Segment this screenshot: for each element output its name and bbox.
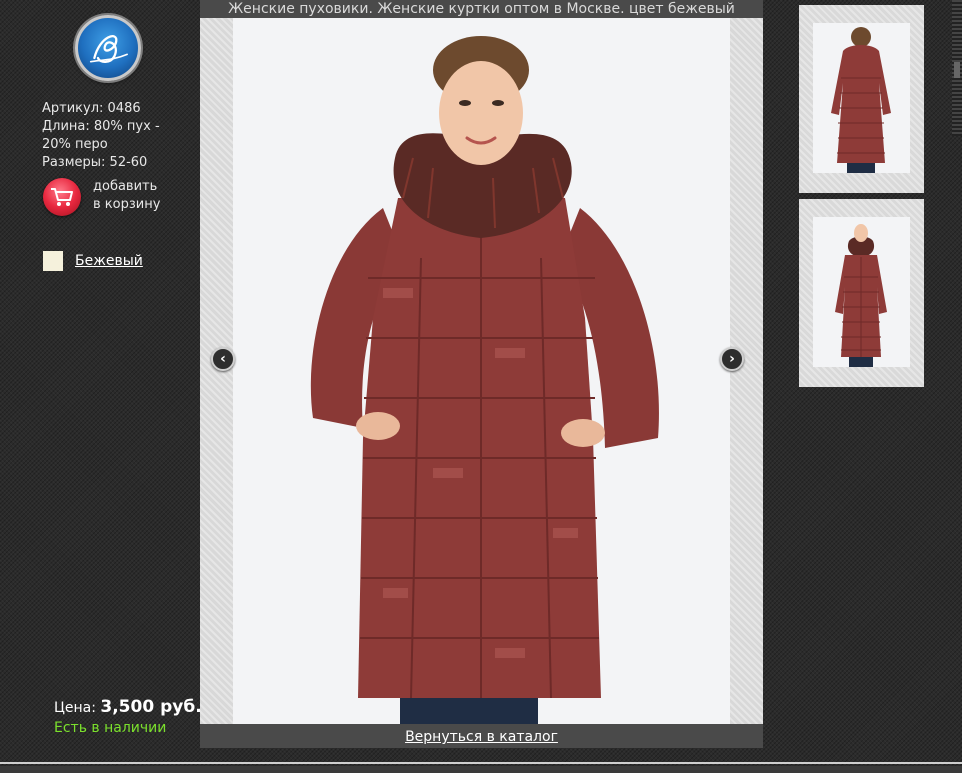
- image-viewer: Женские пуховики. Женские куртки оптом в…: [200, 0, 763, 748]
- price-value: 3,500 руб.: [100, 697, 202, 717]
- back-to-catalog-link[interactable]: Вернуться в каталог: [405, 729, 558, 745]
- thumbnail-front-view[interactable]: [799, 199, 924, 387]
- stock-status: Есть в наличии: [54, 720, 167, 736]
- prev-image-button[interactable]: ‹: [211, 347, 235, 371]
- price: Цена: 3,500 руб.: [54, 697, 202, 717]
- add-to-cart-button[interactable]: добавить в корзину: [43, 178, 193, 218]
- chevron-right-icon: ›: [729, 351, 735, 367]
- product-photo[interactable]: [233, 18, 730, 724]
- product-sizes: Размеры: 52-60: [42, 155, 148, 170]
- article-number: Артикул: 0486: [42, 101, 141, 116]
- divider: [0, 762, 962, 764]
- bottom-strip: [0, 766, 962, 773]
- shopping-cart-icon[interactable]: [43, 178, 81, 216]
- thumbnail-image[interactable]: [813, 217, 910, 367]
- price-label: Цена:: [54, 700, 96, 716]
- viewer-footer: Вернуться в каталог: [200, 724, 763, 748]
- chevron-left-icon: ‹: [220, 351, 226, 367]
- scrollbar[interactable]: [952, 0, 962, 136]
- add-to-cart-label[interactable]: добавить в корзину: [93, 178, 193, 214]
- thumbnail-back-view[interactable]: [799, 5, 924, 193]
- product-info: Артикул: 0486 Длина: 80% пух - 20% перо …: [42, 100, 182, 172]
- logo-emblem-icon: [89, 35, 128, 63]
- page-title: Женские пуховики. Женские куртки оптом в…: [200, 0, 763, 18]
- color-name-link[interactable]: Бежевый: [75, 251, 143, 271]
- logo[interactable]: [75, 15, 141, 81]
- product-length: Длина: 80% пух - 20% перо: [42, 119, 160, 152]
- color-swatch[interactable]: [43, 251, 63, 271]
- thumbnail-image[interactable]: [813, 23, 910, 173]
- scrollbar-thumb[interactable]: [954, 62, 960, 78]
- next-image-button[interactable]: ›: [720, 347, 744, 371]
